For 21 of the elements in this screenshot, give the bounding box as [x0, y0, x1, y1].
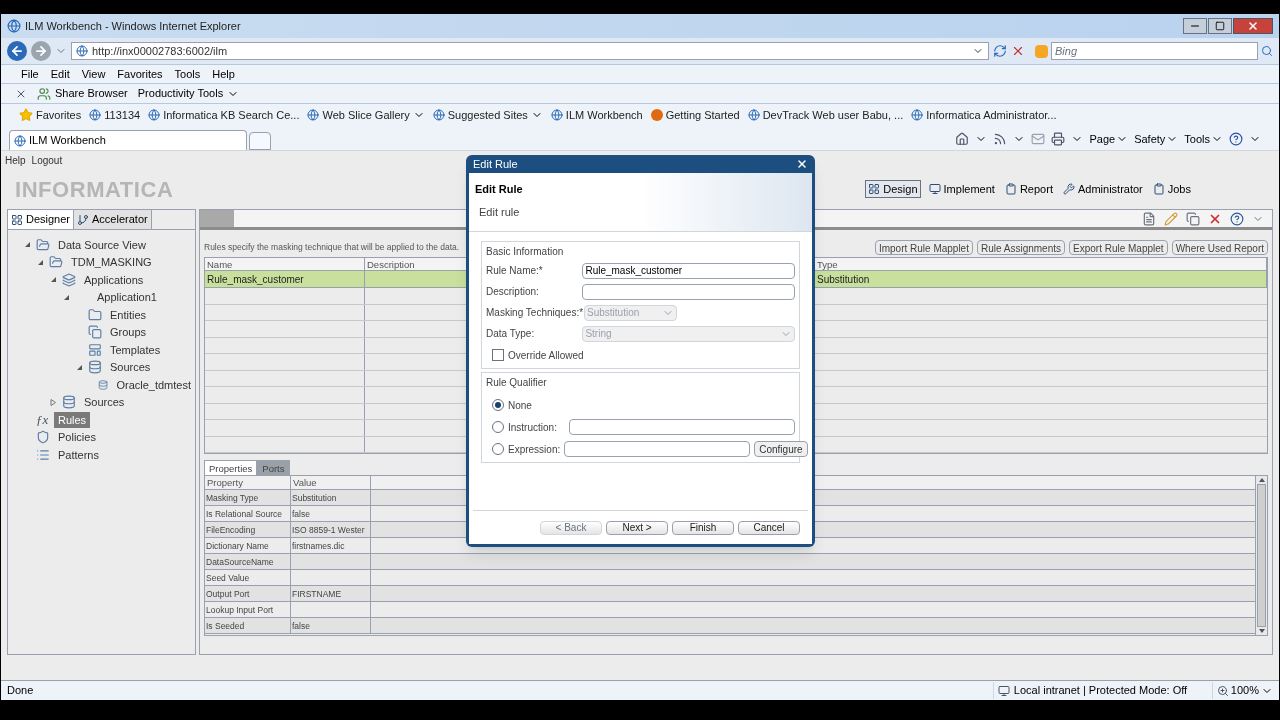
function-symbol: ƒx	[36, 411, 50, 429]
panel-description: Rules specify the masking technique that will be applied to the data.	[204, 240, 460, 254]
table-cell: false	[291, 618, 371, 634]
radio-label: None	[508, 398, 533, 413]
zone-text: Local intranet | Protected Mode: Off	[1013, 683, 1188, 699]
table-cell: Rule_mask_customer	[205, 271, 365, 288]
dialog-subheading: Edit rule	[478, 204, 521, 220]
section-title: Basic Information	[486, 245, 565, 259]
radio-label: Instruction:	[508, 420, 558, 435]
section-title: Rule Qualifier	[486, 376, 548, 390]
field-label: Description:	[486, 285, 540, 299]
field-label: Data Type:	[486, 327, 536, 341]
radio-label: Expression:	[508, 442, 561, 457]
window-title: ILM Workbench - Windows Internet Explorer	[25, 18, 241, 34]
field-label: Masking Techniques:*	[486, 306, 584, 320]
dialog-title: Edit Rule	[473, 156, 518, 172]
checkbox-label: Override Allowed	[508, 348, 584, 363]
table-cell: Is Seeded	[205, 618, 291, 634]
status-text: Done	[7, 683, 34, 699]
dialog-heading: Edit Rule	[475, 182, 524, 197]
address-text: http://inx00002783:6002/ilm	[92, 43, 228, 59]
